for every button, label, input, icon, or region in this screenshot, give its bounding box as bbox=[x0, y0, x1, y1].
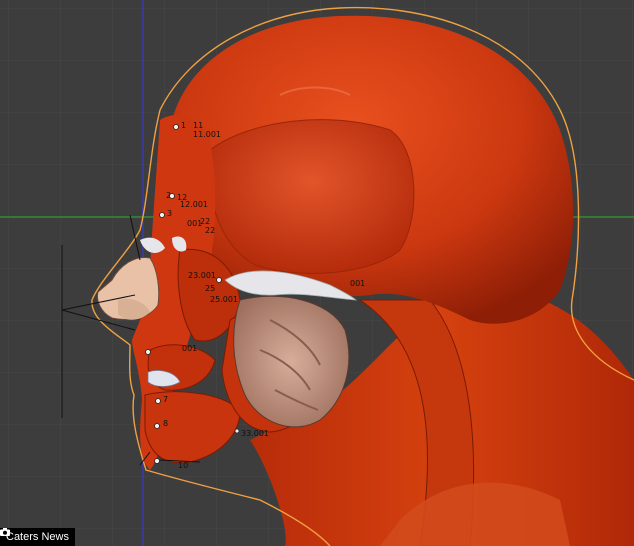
bone-label: 001 bbox=[350, 279, 366, 288]
bone-label: 22 bbox=[200, 217, 211, 226]
viewport-canvas[interactable] bbox=[0, 0, 634, 546]
photo-credit: Caters News bbox=[0, 528, 75, 546]
bone-label: 1 bbox=[181, 121, 187, 130]
bone-label: 10 bbox=[178, 461, 189, 470]
bone-label: 23.001 bbox=[188, 271, 216, 280]
bone-label: 11 bbox=[193, 121, 204, 130]
bone-label: 25.001 bbox=[210, 295, 238, 304]
credit-text: Caters News bbox=[6, 531, 69, 543]
bone-label: 33.001 bbox=[241, 429, 269, 438]
camera-icon bbox=[0, 528, 10, 536]
bone-label: 2 bbox=[166, 191, 172, 200]
3d-viewport[interactable]: 1 11 11.001 2 12 12.001 3 001 22 22 23.0… bbox=[0, 0, 634, 546]
bone-label: 001 bbox=[182, 344, 198, 353]
bone-label: 12.001 bbox=[180, 200, 208, 209]
bone-label: 8 bbox=[163, 419, 169, 428]
bone-label: 25 bbox=[205, 284, 216, 293]
bone-label: 3 bbox=[167, 209, 173, 218]
bone-label: 7 bbox=[163, 395, 169, 404]
bone-label: 22 bbox=[205, 226, 216, 235]
bone-label: 11.001 bbox=[193, 130, 221, 139]
